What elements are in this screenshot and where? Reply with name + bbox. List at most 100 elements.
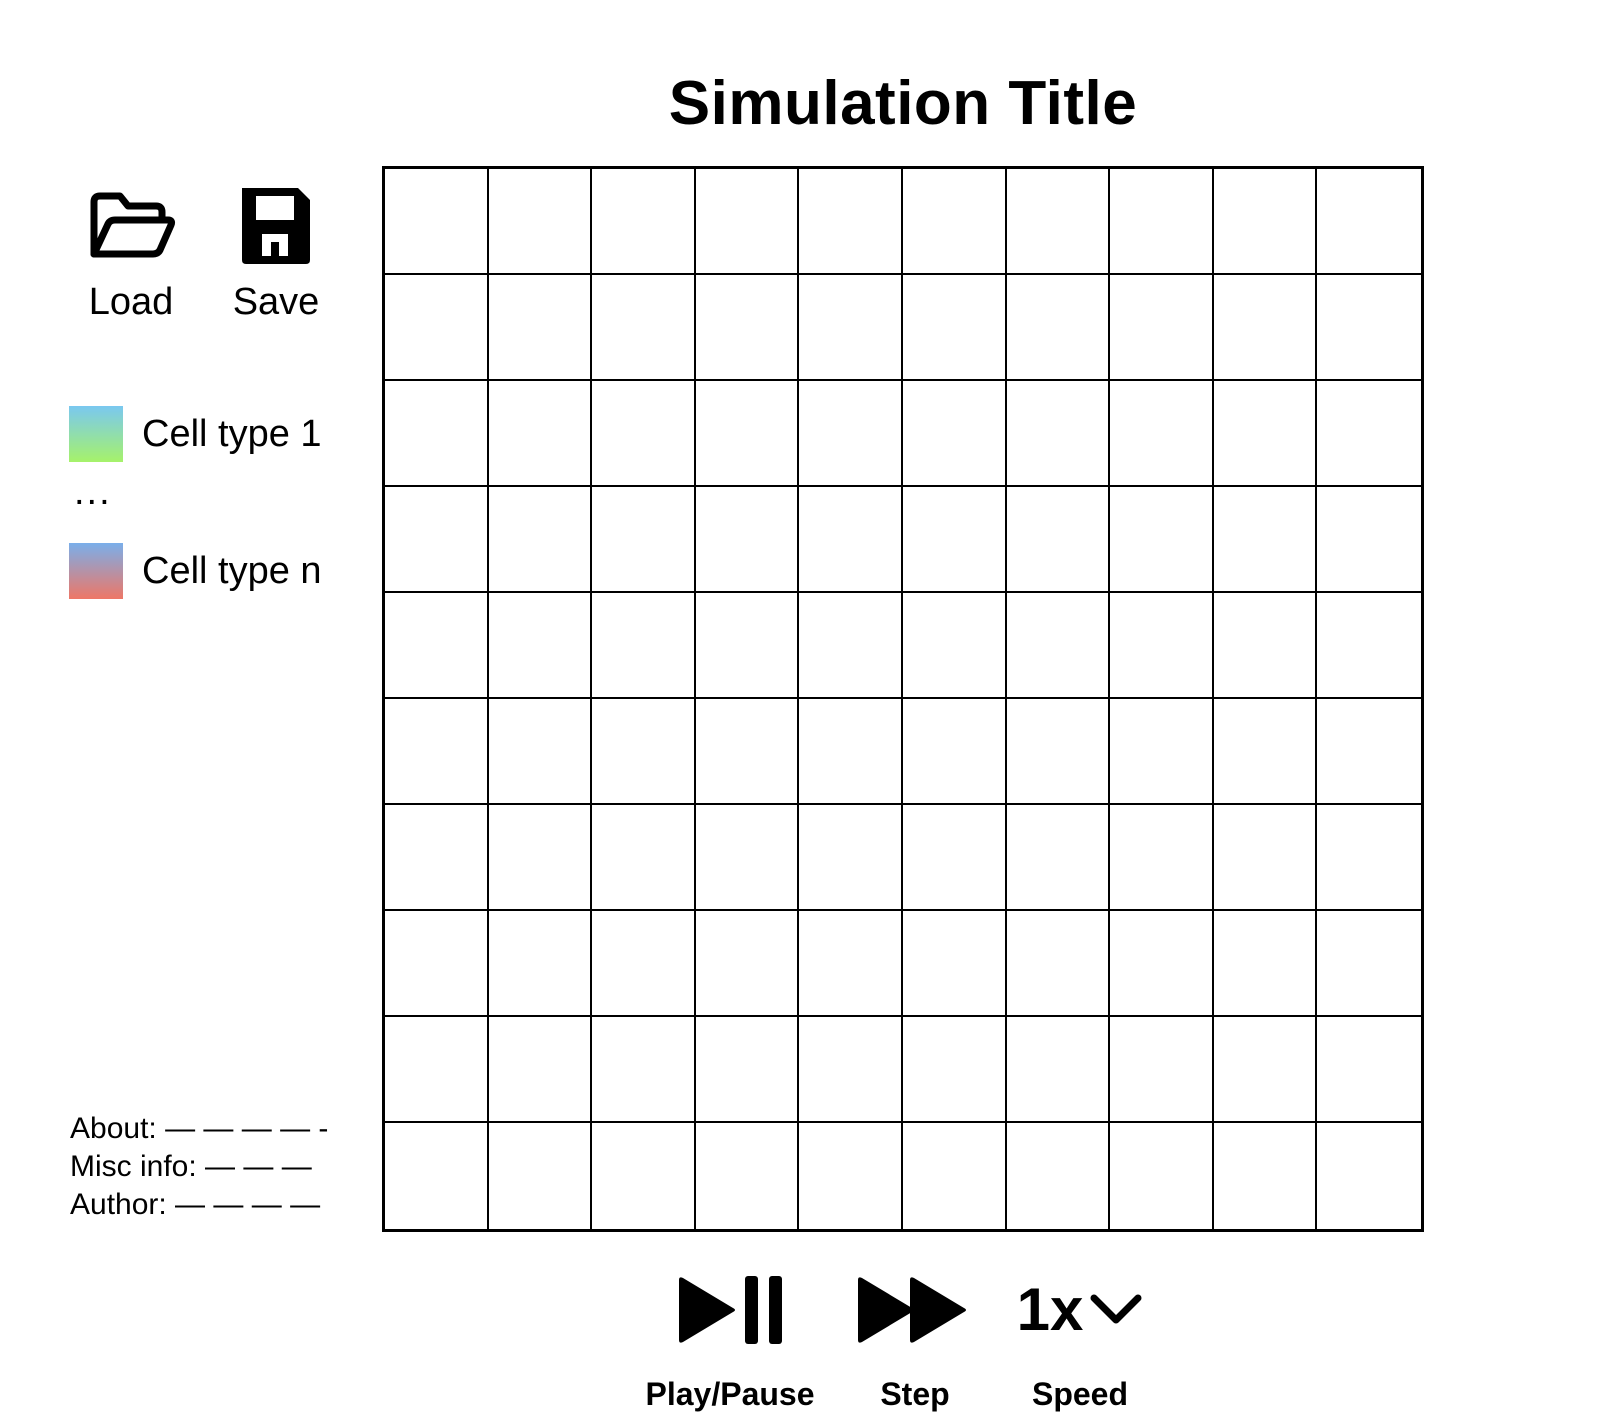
grid-cell[interactable] [385, 275, 489, 381]
grid-cell[interactable] [1110, 1123, 1214, 1229]
grid-cell[interactable] [592, 699, 696, 805]
grid-cell[interactable] [1110, 699, 1214, 805]
grid-cell[interactable] [695, 593, 800, 699]
grid-cell[interactable] [799, 911, 903, 1017]
grid-cell[interactable] [799, 487, 903, 593]
grid-cell[interactable] [1317, 593, 1421, 699]
grid-cell[interactable] [1110, 1017, 1214, 1123]
grid-cell[interactable] [1006, 381, 1111, 487]
grid-cell[interactable] [385, 1017, 489, 1123]
grid-cell[interactable] [695, 1123, 800, 1229]
grid-cell[interactable] [1006, 1017, 1111, 1123]
grid-cell[interactable] [1006, 169, 1111, 275]
grid-cell[interactable] [695, 1017, 800, 1123]
grid-cell[interactable] [488, 1123, 593, 1229]
grid-cell[interactable] [1213, 487, 1318, 593]
grid-cell[interactable] [1213, 593, 1318, 699]
grid-cell[interactable] [1213, 169, 1318, 275]
play-pause-button[interactable]: Play/Pause [640, 1250, 820, 1413]
grid-cell[interactable] [1110, 275, 1214, 381]
grid-cell[interactable] [695, 381, 800, 487]
grid-cell[interactable] [1317, 381, 1421, 487]
grid-cell[interactable] [799, 275, 903, 381]
grid-cell[interactable] [695, 911, 800, 1017]
grid-cell[interactable] [1317, 275, 1421, 381]
grid-cell[interactable] [902, 699, 1007, 805]
grid-cell[interactable] [592, 911, 696, 1017]
grid-cell[interactable] [1110, 381, 1214, 487]
grid-cell[interactable] [488, 699, 593, 805]
grid-cell[interactable] [592, 1123, 696, 1229]
grid-cell[interactable] [902, 1123, 1007, 1229]
grid-cell[interactable] [1213, 1017, 1318, 1123]
grid-cell[interactable] [1213, 911, 1318, 1017]
grid-cell[interactable] [488, 487, 593, 593]
grid-cell[interactable] [799, 1017, 903, 1123]
grid-cell[interactable] [1006, 1123, 1111, 1229]
grid-cell[interactable] [1213, 275, 1318, 381]
grid-cell[interactable] [385, 487, 489, 593]
grid-cell[interactable] [385, 1123, 489, 1229]
grid-cell[interactable] [902, 593, 1007, 699]
grid-cell[interactable] [592, 487, 696, 593]
grid-cell[interactable] [592, 275, 696, 381]
grid-cell[interactable] [1317, 169, 1421, 275]
grid-cell[interactable] [1006, 911, 1111, 1017]
grid-cell[interactable] [799, 381, 903, 487]
grid-cell[interactable] [385, 805, 489, 911]
grid-cell[interactable] [488, 911, 593, 1017]
grid-cell[interactable] [1317, 805, 1421, 911]
save-button[interactable]: Save [221, 188, 331, 322]
grid-cell[interactable] [902, 275, 1007, 381]
grid-cell[interactable] [592, 1017, 696, 1123]
step-button[interactable]: Step [855, 1250, 975, 1413]
grid-cell[interactable] [592, 805, 696, 911]
grid-cell[interactable] [1110, 169, 1214, 275]
grid-cell[interactable] [1213, 381, 1318, 487]
grid-cell[interactable] [1317, 911, 1421, 1017]
grid-cell[interactable] [1006, 699, 1111, 805]
grid-cell[interactable] [385, 911, 489, 1017]
grid-cell[interactable] [592, 593, 696, 699]
grid-cell[interactable] [902, 487, 1007, 593]
grid-cell[interactable] [592, 381, 696, 487]
grid-cell[interactable] [799, 169, 903, 275]
grid-cell[interactable] [1110, 487, 1214, 593]
grid-cell[interactable] [1110, 593, 1214, 699]
grid-cell[interactable] [1213, 805, 1318, 911]
grid-cell[interactable] [1213, 1123, 1318, 1229]
grid-cell[interactable] [799, 805, 903, 911]
grid-cell[interactable] [695, 805, 800, 911]
grid-cell[interactable] [1317, 699, 1421, 805]
grid-cell[interactable] [385, 699, 489, 805]
grid-cell[interactable] [799, 699, 903, 805]
grid-cell[interactable] [1317, 1017, 1421, 1123]
grid-cell[interactable] [799, 1123, 903, 1229]
grid-cell[interactable] [1213, 699, 1318, 805]
grid-cell[interactable] [385, 381, 489, 487]
grid-cell[interactable] [592, 169, 696, 275]
load-button[interactable]: Load [76, 188, 186, 322]
grid-cell[interactable] [695, 169, 800, 275]
grid-cell[interactable] [1110, 805, 1214, 911]
grid-cell[interactable] [488, 1017, 593, 1123]
speed-select[interactable]: 1x Speed [1005, 1250, 1155, 1413]
grid-cell[interactable] [488, 381, 593, 487]
grid-cell[interactable] [902, 381, 1007, 487]
grid-cell[interactable] [902, 911, 1007, 1017]
grid-cell[interactable] [385, 593, 489, 699]
grid-cell[interactable] [695, 275, 800, 381]
grid-cell[interactable] [488, 275, 593, 381]
grid-cell[interactable] [385, 169, 489, 275]
grid-cell[interactable] [1317, 487, 1421, 593]
grid-cell[interactable] [1110, 911, 1214, 1017]
grid-cell[interactable] [1006, 275, 1111, 381]
grid-cell[interactable] [488, 805, 593, 911]
grid-cell[interactable] [1317, 1123, 1421, 1229]
grid-cell[interactable] [488, 169, 593, 275]
grid-cell[interactable] [695, 487, 800, 593]
grid-cell[interactable] [1006, 487, 1111, 593]
grid-cell[interactable] [902, 169, 1007, 275]
grid-cell[interactable] [799, 593, 903, 699]
grid-cell[interactable] [1006, 593, 1111, 699]
